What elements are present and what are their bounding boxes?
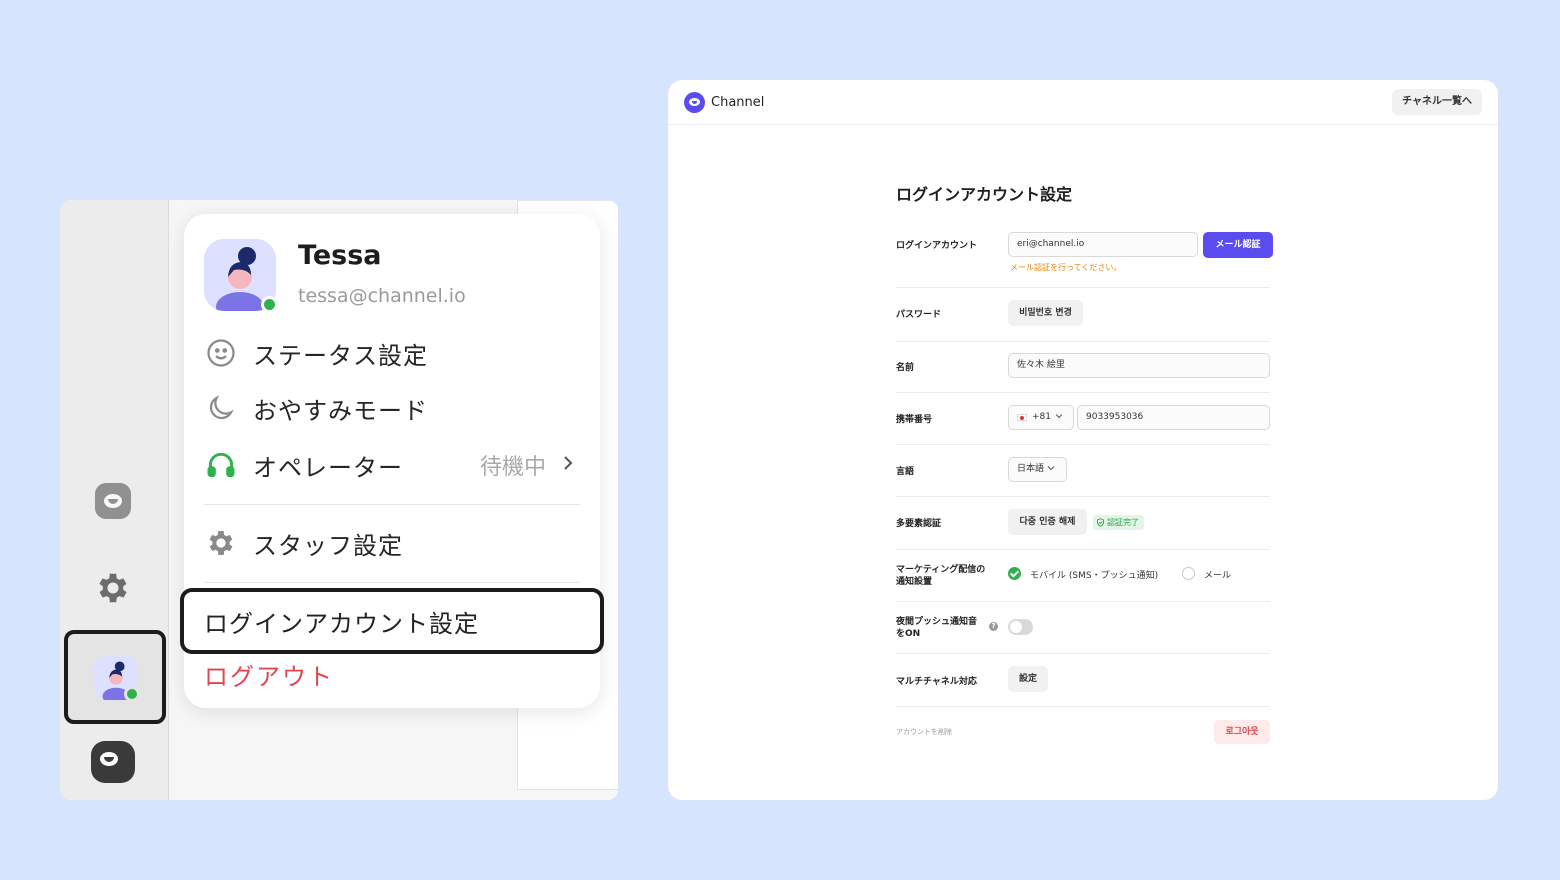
language-value: 日本語	[1017, 464, 1045, 474]
email-verify-warning: メール認証を行ってください。	[1010, 263, 1122, 272]
brand[interactable]: Channel	[684, 92, 764, 113]
field-label: 多要素認証	[896, 519, 942, 529]
divider	[896, 392, 1270, 393]
top-bar: Channel チャネル一覧へ	[668, 80, 1498, 125]
menu-item-login-account[interactable]: ログインアカウント設定	[204, 604, 479, 639]
disable-mfa-button[interactable]: 다중 인증 해제	[1008, 509, 1087, 535]
option-label: メール	[1204, 571, 1232, 581]
profile-email: tessa@channel.io	[298, 285, 466, 307]
chevron-down-icon	[1047, 458, 1055, 481]
option-label: モバイル (SMS・プッシュ通知)	[1030, 571, 1159, 581]
language-select[interactable]: 日本語	[1008, 457, 1067, 482]
menu-item-operator[interactable]: オペレーター 待機中	[204, 448, 582, 482]
brand-name: Channel	[711, 95, 765, 110]
menu-item-label: ステータス設定	[253, 341, 428, 370]
japan-flag-icon	[1017, 414, 1027, 421]
divider	[204, 504, 580, 505]
change-password-button[interactable]: 비밀번호 변경	[1008, 300, 1083, 326]
badge-label: 認証完了	[1107, 518, 1139, 527]
divider	[896, 549, 1270, 550]
menu-item-label: スタッフ設定	[253, 531, 403, 560]
field-label: マルチチャネル対応	[896, 677, 977, 687]
country-code-select[interactable]: +81	[1008, 405, 1074, 430]
shield-check-icon	[1097, 518, 1104, 527]
menu-item-label: おやすみモード	[253, 396, 428, 425]
divider	[896, 601, 1270, 602]
help-icon[interactable]: ?	[989, 622, 998, 631]
menu-item-donotdisturb[interactable]: おやすみモード	[204, 391, 582, 425]
menu-item-status[interactable]: ステータス設定	[204, 336, 582, 370]
page-title: ログインアカウント設定	[896, 185, 1073, 204]
divider	[896, 287, 1270, 288]
field-label: ログインアカウント	[896, 241, 978, 251]
channel-logo-icon[interactable]	[95, 483, 131, 519]
status-badge: 認証完了	[1093, 515, 1144, 530]
mobile-checkbox[interactable]	[1008, 567, 1021, 580]
moon-icon	[204, 391, 238, 425]
divider	[896, 653, 1270, 654]
field-label: 携帯番号	[896, 415, 933, 425]
gear-icon	[204, 526, 238, 560]
smile-icon	[204, 336, 238, 370]
divider	[896, 341, 1270, 342]
phone-input[interactable]: 9033953036	[1077, 405, 1270, 430]
email-verify-button[interactable]: メール認証	[1203, 232, 1273, 258]
menu-item-logout[interactable]: ログアウト	[204, 657, 334, 692]
settings-window: Channel チャネル一覧へ ログインアカウント設定 ログインアカウント er…	[668, 80, 1498, 800]
multichannel-settings-button[interactable]: 設定	[1008, 666, 1048, 692]
gear-icon[interactable]	[94, 569, 132, 607]
field-label: 名前	[896, 363, 915, 373]
logout-button[interactable]: 로그아웃	[1214, 720, 1270, 744]
channel-list-button[interactable]: チャネル一覧へ	[1392, 89, 1482, 115]
profile-popup-menu: Tessa tessa@channel.io ステータス設定 おやすみモード オ…	[180, 214, 604, 708]
profile-button-highlight[interactable]	[64, 630, 166, 724]
night-push-toggle[interactable]	[1008, 619, 1033, 635]
channel-talk-icon[interactable]	[91, 741, 135, 783]
menu-item-staff-settings[interactable]: スタッフ設定	[204, 526, 582, 560]
divider	[896, 706, 1270, 707]
divider	[896, 496, 1270, 497]
mail-checkbox[interactable]	[1182, 567, 1195, 580]
headset-icon	[204, 448, 238, 482]
field-label: パスワード	[896, 310, 942, 320]
name-input[interactable]: 佐々木 絵里	[1008, 353, 1270, 378]
field-label: 言語	[896, 467, 915, 477]
operator-status: 待機中	[479, 455, 546, 480]
divider	[204, 582, 580, 583]
field-label: 通知設置	[896, 577, 933, 587]
delete-account-link[interactable]: アカウントを削除	[896, 727, 952, 737]
country-code: +81	[1032, 412, 1051, 422]
divider	[896, 444, 1270, 445]
chevron-down-icon	[1055, 406, 1063, 429]
profile-name: Tessa	[298, 240, 382, 271]
sidebar-rail	[60, 200, 169, 800]
menu-item-label: オペレーター	[253, 453, 403, 482]
login-email-input[interactable]: eri@channel.io	[1008, 232, 1198, 257]
online-status-dot	[124, 686, 140, 702]
field-label: をON	[896, 629, 921, 639]
chevron-right-icon	[562, 453, 574, 478]
online-status-dot	[261, 296, 278, 313]
channel-logo-icon	[684, 92, 705, 113]
